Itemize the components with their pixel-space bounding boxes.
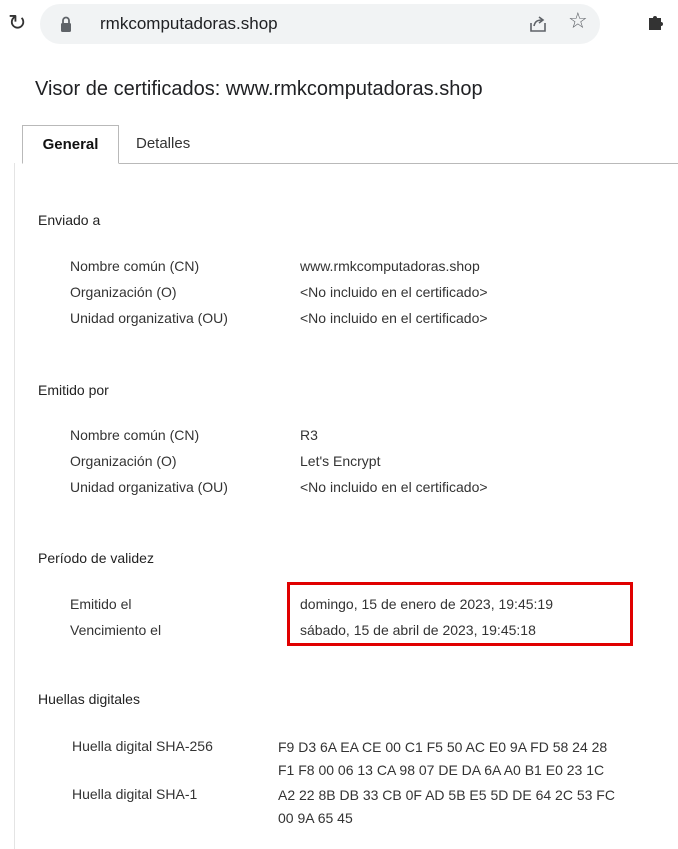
issued-on-label: Emitido el: [70, 596, 132, 612]
tab-general[interactable]: General: [22, 125, 119, 164]
browser-toolbar: ↻ rmkcomputadoras.shop ☆: [0, 0, 678, 50]
tab-bar: General Detalles: [22, 125, 678, 164]
section-issued-to: Enviado a: [38, 212, 101, 228]
address-bar[interactable]: rmkcomputadoras.shop ☆: [40, 4, 600, 44]
sha1-label: Huella digital SHA-1: [72, 786, 198, 802]
sha1-line-1: A2 22 8B DB 33 CB 0F AD 5B E5 5D DE 64 2…: [278, 787, 615, 803]
url-text[interactable]: rmkcomputadoras.shop: [100, 14, 278, 34]
issued-to-ou-label: Unidad organizativa (OU): [70, 310, 228, 326]
issued-by-ou-label: Unidad organizativa (OU): [70, 479, 228, 495]
sha256-line-1: F9 D3 6A EA CE 00 C1 F5 50 AC E0 9A FD 5…: [278, 739, 608, 755]
issued-to-cn-label: Nombre común (CN): [70, 258, 200, 274]
issued-to-ou-value: <No incluido en el certificado>: [300, 310, 488, 326]
sha256-line-2: F1 F8 00 06 13 CA 98 07 DE DA 6A A0 B1 E…: [278, 762, 605, 778]
lock-icon[interactable]: [60, 16, 72, 32]
sha256-label: Huella digital SHA-256: [72, 738, 213, 754]
issued-to-cn-value: www.rmkcomputadoras.shop: [300, 258, 480, 274]
sha1-value: A2 22 8B DB 33 CB 0F AD 5B E5 5D DE 64 2…: [278, 784, 673, 830]
tab-detalles[interactable]: Detalles: [136, 125, 190, 163]
issued-to-o-label: Organización (O): [70, 284, 177, 300]
extensions-icon[interactable]: [646, 12, 666, 32]
issued-by-cn-value: R3: [300, 427, 318, 443]
issued-by-o-label: Organización (O): [70, 453, 177, 469]
section-validity: Período de validez: [38, 550, 154, 566]
issued-to-o-value: <No incluido en el certificado>: [300, 284, 488, 300]
expires-on-label: Vencimiento el: [70, 622, 162, 638]
star-icon[interactable]: ☆: [568, 10, 588, 32]
reload-icon[interactable]: ↻: [8, 12, 26, 34]
validity-highlight-box: [287, 582, 633, 646]
share-icon[interactable]: [528, 14, 548, 34]
section-issued-by: Emitido por: [38, 382, 109, 398]
sha256-value: F9 D3 6A EA CE 00 C1 F5 50 AC E0 9A FD 5…: [278, 736, 673, 782]
issued-by-ou-value: <No incluido en el certificado>: [300, 479, 488, 495]
issued-by-cn-label: Nombre común (CN): [70, 427, 200, 443]
section-fingerprints: Huellas digitales: [38, 691, 140, 707]
issued-by-o-value: Let's Encrypt: [300, 453, 381, 469]
viewer-title: Visor de certificados: www.rmkcomputador…: [35, 78, 483, 100]
panel-border: [14, 163, 15, 849]
sha1-line-2: 00 9A 65 45: [278, 810, 353, 826]
